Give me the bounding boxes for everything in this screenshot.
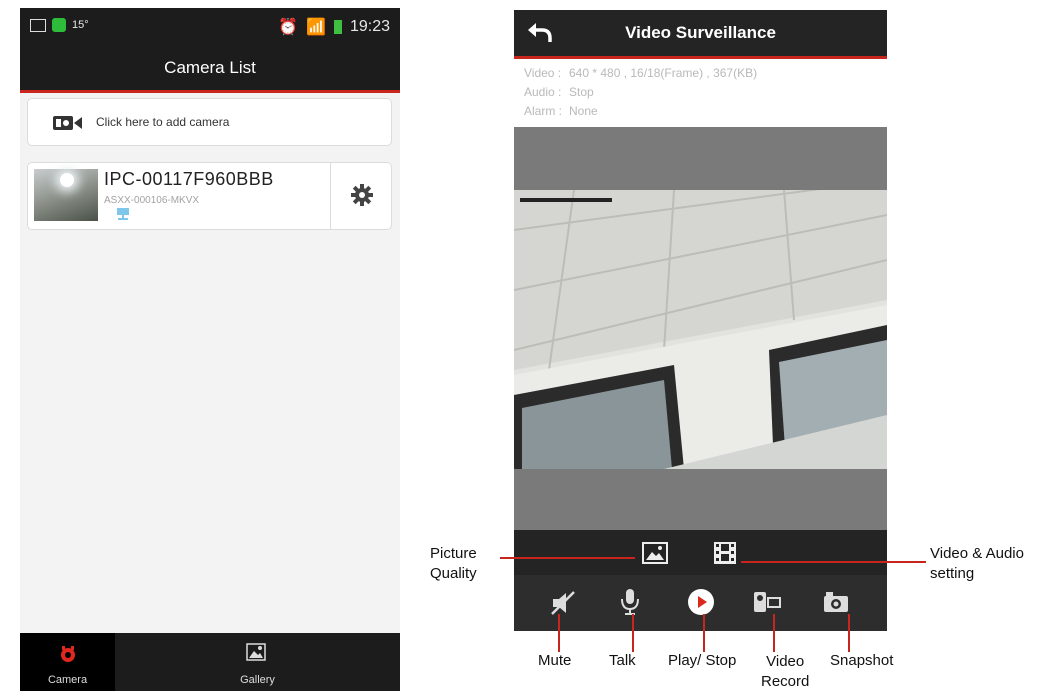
video-audio-setting-icon[interactable] [712,540,738,566]
stream-info-panel: Video : 640 * 480 , 16/18(Frame) , 367(KB… [514,59,887,127]
divider [330,163,331,229]
snapshot-pointer [848,614,850,652]
network-status-icon [117,208,129,220]
page-title-bar: Video Surveillance [514,10,887,59]
camera-name: IPC-00117F960BBB [104,169,274,189]
status-bar: 15° ⏰ 📶 19:23 [20,8,400,46]
page-title: Video Surveillance [625,23,776,42]
tab-gallery-label: Gallery [240,674,275,686]
camera-thumbnail [34,169,98,221]
camera-list-item[interactable]: IPC-00117F960BBB ASXX-000106-MKVX [27,162,392,230]
tab-gallery[interactable]: Gallery [115,633,400,691]
camera-id: ASXX-000106-MKVX [104,195,200,206]
mute-pointer [558,614,560,652]
wifi-icon: 📶 [306,19,326,36]
tab-camera-label: Camera [47,674,88,686]
talk-pointer [632,614,634,652]
alarm-info-key: Alarm : [524,104,563,118]
settings-gear-icon[interactable] [350,183,374,207]
camera-tab-icon [61,646,75,662]
picture-quality-icon[interactable] [642,542,668,564]
video-record-pointer [773,614,775,652]
add-camera-label: Click here to add camera [96,115,230,129]
video-audio-setting-pointer [741,561,926,563]
video-record-label: Video Record [761,653,810,690]
clock: 19:23 [349,18,390,35]
video-audio-setting-label: Video & Audio setting [930,545,1024,582]
snapshot-icon[interactable] [822,590,850,614]
picture-quality-pointer [500,557,635,559]
video-frame [514,190,887,469]
mute-icon[interactable] [550,590,576,616]
gallery-tab-icon [246,643,266,661]
camera-add-icon [53,116,82,130]
picture-quality-label: Picture Quality [430,545,477,582]
settings-toolbar [514,530,887,575]
back-arrow-icon[interactable] [526,21,552,43]
snapshot-label: Snapshot [830,652,894,669]
camera-list-screen: 15° ⏰ 📶 19:23 Camera List Click here to … [20,8,400,691]
alarm-info-value: None [569,104,598,118]
mute-label: Mute [538,652,572,669]
audio-info-value: Stop [569,85,594,99]
add-camera-button[interactable]: Click here to add camera [27,98,392,146]
alarm-icon: ⏰ [278,19,299,36]
video-info-key: Video : [524,66,562,80]
playback-toolbar [514,575,887,631]
bottom-nav: Camera Gallery [20,633,400,691]
tab-camera[interactable]: Camera [20,633,115,691]
live-video-view[interactable] [514,190,887,469]
talk-label: Talk [609,652,636,669]
video-surveillance-screen: Video Surveillance Video : 640 * 480 , 16… [514,10,887,631]
video-record-icon[interactable] [752,589,782,615]
play-stop-pointer [703,614,705,652]
temperature: 15° [72,19,89,31]
image-notification-icon [30,18,46,32]
battery-icon [333,20,342,34]
audio-info-key: Audio : [524,85,562,99]
video-info-value: 640 * 480 , 16/18(Frame) , 367(KB) [569,66,758,80]
chat-notification-icon [52,18,66,32]
play-stop-label: Play/ Stop [668,652,737,669]
play-stop-icon[interactable] [687,588,715,616]
microphone-icon[interactable] [620,587,640,617]
page-title: Camera List [20,46,400,93]
